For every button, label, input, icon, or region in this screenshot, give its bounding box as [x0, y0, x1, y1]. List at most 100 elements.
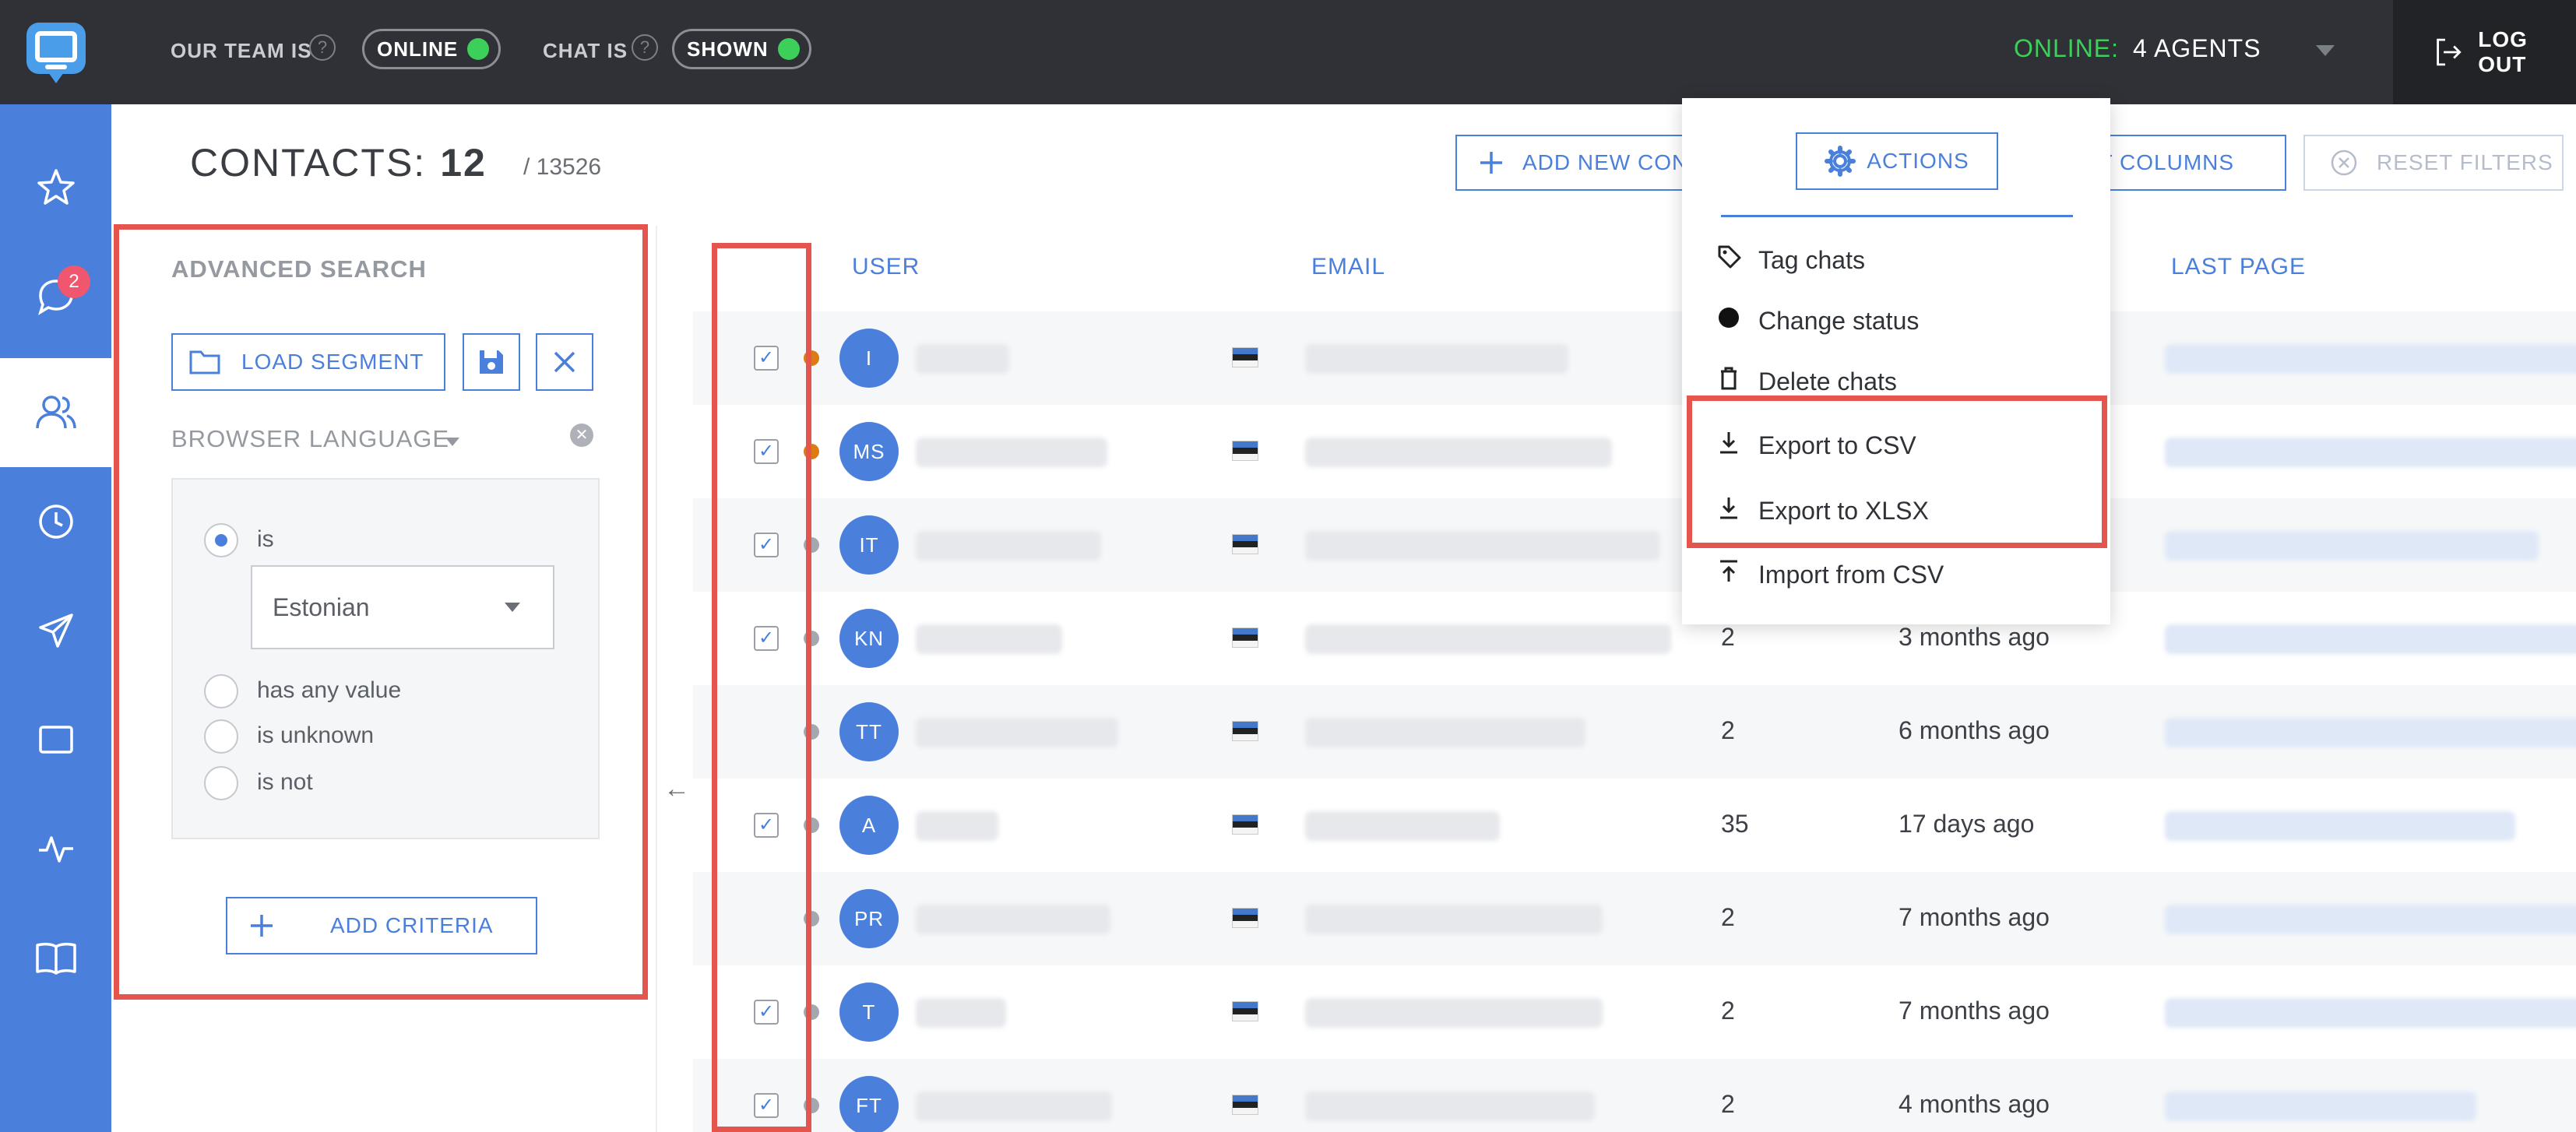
nav-favorites[interactable]: [0, 133, 111, 242]
team-status-toggle[interactable]: ONLINE: [362, 29, 501, 69]
table-row[interactable]: TT 2 6 months ago: [693, 685, 2576, 779]
team-help-icon[interactable]: ?: [309, 34, 336, 61]
menu-export-xlsx[interactable]: Export to XLSX: [1716, 487, 1929, 534]
chats-count: 2: [1721, 997, 1735, 1025]
radio-is-not[interactable]: [204, 766, 238, 800]
radio-has-any-value[interactable]: [204, 674, 238, 708]
app-logo[interactable]: [0, 0, 111, 104]
page-title: CONTACTS: 12: [190, 140, 487, 185]
online-agents-key: ONLINE:: [2014, 34, 2120, 62]
table-row[interactable]: ✓ I: [693, 311, 2576, 405]
row-checkbox[interactable]: [754, 719, 779, 744]
collapse-panel-arrow-icon[interactable]: ←: [663, 774, 690, 804]
radio-is-unknown[interactable]: [204, 719, 238, 754]
visitor-status-dot: [804, 1004, 819, 1020]
avatar[interactable]: KN: [839, 609, 899, 668]
logout-button[interactable]: LOG OUT: [2393, 0, 2576, 104]
add-new-contact-label: ADD NEW CONTACT: [1522, 150, 1689, 174]
chevron-down-icon[interactable]: [2316, 45, 2335, 56]
nav-campaigns[interactable]: [0, 576, 111, 685]
load-segment-button[interactable]: LOAD SEGMENT: [171, 333, 445, 391]
menu-tag-chats[interactable]: Tag chats: [1716, 237, 1865, 283]
column-email[interactable]: EMAIL: [1311, 254, 1385, 280]
gear-icon: [1825, 146, 1856, 177]
avatar[interactable]: A: [839, 796, 899, 855]
last-seen: 3 months ago: [1899, 623, 2050, 651]
radio-is[interactable]: [204, 523, 238, 557]
top-bar: OUR TEAM IS ? ONLINE CHAT IS ? SHOWN ONL…: [0, 0, 2576, 104]
remove-filter-icon[interactable]: ✕: [570, 424, 593, 447]
last-seen: 7 months ago: [1899, 997, 2050, 1025]
user-name-redacted: [916, 438, 1107, 467]
avatar[interactable]: FT: [839, 1076, 899, 1132]
estonia-flag-icon: [1232, 441, 1258, 461]
menu-export-csv[interactable]: Export to CSV: [1716, 422, 1916, 469]
user-name-redacted: [916, 811, 998, 841]
table-row[interactable]: ✓ KN 2 3 months ago: [693, 592, 2576, 685]
avatar[interactable]: MS: [839, 422, 899, 481]
estonia-flag-icon: [1232, 721, 1258, 741]
clear-search-button[interactable]: [536, 333, 593, 391]
nav-history[interactable]: [0, 467, 111, 576]
estonia-flag-icon: [1232, 1001, 1258, 1021]
reset-filters-button[interactable]: RESET FILTERS: [2303, 135, 2564, 191]
nav-knowledge-base[interactable]: [0, 903, 111, 1012]
menu-import-csv-label: Import from CSV: [1758, 560, 1944, 589]
chats-count: 35: [1721, 810, 1749, 838]
avatar[interactable]: TT: [839, 702, 899, 761]
row-checkbox[interactable]: [754, 906, 779, 931]
last-page-redacted: [2165, 905, 2576, 934]
table-row[interactable]: PR 2 7 months ago: [693, 872, 2576, 965]
table-row[interactable]: ✓ T 2 7 months ago: [693, 965, 2576, 1059]
estonia-flag-icon: [1232, 534, 1258, 554]
row-checkbox[interactable]: ✓: [754, 346, 779, 371]
table-row[interactable]: ✓ FT 2 4 months ago: [693, 1059, 2576, 1132]
email-redacted: [1305, 438, 1612, 467]
row-checkbox[interactable]: ✓: [754, 439, 779, 464]
panel-divider: [656, 226, 657, 1132]
column-user[interactable]: USER: [852, 254, 920, 280]
nav-widgets[interactable]: [0, 685, 111, 794]
table-row[interactable]: ✓ A 35 17 days ago: [693, 779, 2576, 872]
add-criteria-button[interactable]: ADD CRITERIA: [226, 897, 537, 954]
estonia-flag-icon: [1232, 908, 1258, 928]
row-checkbox[interactable]: ✓: [754, 1093, 779, 1118]
chat-help-icon[interactable]: ?: [632, 34, 658, 61]
nav-analytics[interactable]: [0, 794, 111, 903]
row-checkbox[interactable]: ✓: [754, 813, 779, 838]
upload-icon: [1716, 558, 1741, 591]
row-checkbox[interactable]: ✓: [754, 626, 779, 651]
last-seen: 6 months ago: [1899, 716, 2050, 744]
nav-chats[interactable]: 2: [0, 242, 111, 351]
row-checkbox[interactable]: ✓: [754, 1000, 779, 1025]
browser-language-filter-label[interactable]: BROWSER LANGUAGE: [171, 425, 449, 453]
chevron-down-icon[interactable]: [445, 438, 459, 446]
column-last-page[interactable]: LAST PAGE: [2171, 254, 2306, 280]
nav-contacts[interactable]: [0, 358, 111, 467]
star-icon: [37, 169, 75, 205]
table-row[interactable]: ✓ IT: [693, 498, 2576, 592]
menu-delete-chats[interactable]: Delete chats: [1716, 358, 1897, 405]
save-segment-button[interactable]: [463, 333, 520, 391]
menu-change-status[interactable]: Change status: [1716, 297, 1919, 344]
actions-button[interactable]: ACTIONS: [1796, 132, 1998, 190]
clock-icon: [38, 504, 73, 539]
logout-label: LOG OUT: [2478, 27, 2528, 76]
chats-count: 2: [1721, 1090, 1735, 1118]
chat-visibility-toggle[interactable]: SHOWN: [672, 29, 811, 69]
download-icon: [1716, 429, 1741, 462]
avatar[interactable]: IT: [839, 515, 899, 575]
actions-label: ACTIONS: [1867, 149, 1969, 173]
online-agents-selector[interactable]: ONLINE: 4 AGENTS: [2014, 34, 2261, 63]
avatar[interactable]: T: [839, 983, 899, 1042]
table-row[interactable]: ✓ MS: [693, 405, 2576, 498]
row-checkbox[interactable]: ✓: [754, 533, 779, 557]
add-new-contact-button[interactable]: ADD NEW CONTACT: [1455, 135, 1689, 191]
save-icon: [480, 350, 503, 374]
actions-divider: [1721, 215, 2073, 217]
visitor-status-dot: [804, 817, 819, 833]
menu-import-csv[interactable]: Import from CSV: [1716, 551, 1944, 598]
avatar[interactable]: I: [839, 329, 899, 388]
avatar[interactable]: PR: [839, 889, 899, 948]
language-select[interactable]: Estonian: [251, 565, 554, 649]
